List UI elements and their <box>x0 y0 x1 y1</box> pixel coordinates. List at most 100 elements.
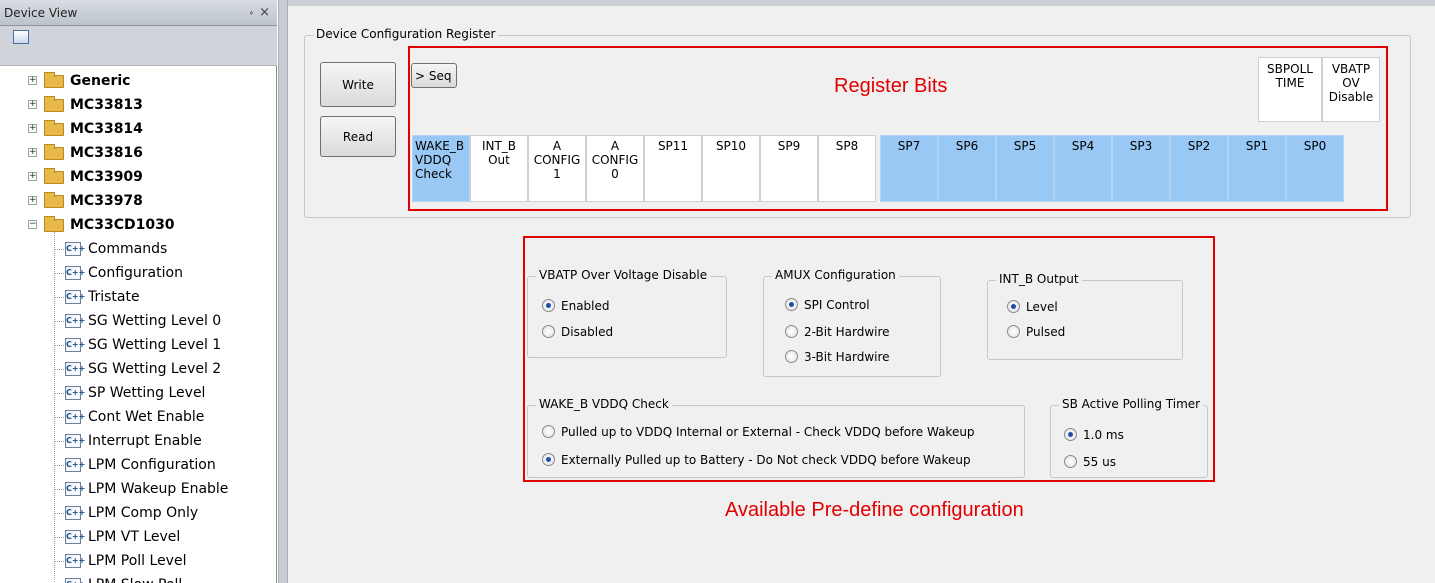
tree-branch-line <box>54 537 64 538</box>
expand-icon[interactable]: + <box>28 196 37 205</box>
amux-3bit-label: 3-Bit Hardwire <box>804 350 890 364</box>
expand-icon[interactable]: + <box>28 124 37 133</box>
panel-splitter[interactable] <box>278 0 288 583</box>
tree-item-label: SG Wetting Level 0 <box>88 313 222 329</box>
close-icon[interactable]: × <box>259 0 270 26</box>
tree-item-label: LPM Configuration <box>88 457 216 473</box>
radio-checked-icon <box>542 453 555 466</box>
tree-branch-line <box>54 465 64 466</box>
device-view-title-bar: Device View ⬫ × <box>0 0 277 26</box>
tree-item-label: LPM Poll Level <box>88 553 187 569</box>
radio-unchecked-icon <box>785 325 798 338</box>
tree-branch-line <box>54 297 64 298</box>
tree-item-label: Cont Wet Enable <box>88 409 205 425</box>
device-view-panel: Device View ⬫ × + Generic + MC33813 + MC33814… <box>0 0 277 583</box>
cpp-file-icon: C++ <box>65 578 85 583</box>
tree-item-label: SG Wetting Level 1 <box>88 337 222 353</box>
sbpoll-group-title: SB Active Polling Timer <box>1059 397 1204 411</box>
folder-icon <box>44 96 64 112</box>
tree-item-label: LPM Comp Only <box>88 505 199 521</box>
vbatp-disabled-label: Disabled <box>561 325 614 339</box>
cpp-file-icon: C++ <box>65 338 85 352</box>
amux-group-title: AMUX Configuration <box>772 268 899 282</box>
predefined-config-label: Available Pre-define configuration <box>725 499 1024 521</box>
cpp-file-icon: C++ <box>65 506 85 520</box>
cpp-file-icon: C++ <box>65 290 85 304</box>
tree-branch-line <box>54 513 64 514</box>
tree-folder-label: MC33978 <box>70 193 143 209</box>
tree-branch-line <box>54 561 64 562</box>
tree-branch-line <box>54 417 64 418</box>
radio-checked-icon <box>1007 300 1020 313</box>
device-config-register-title: Device Configuration Register <box>313 27 499 41</box>
cpp-file-icon: C++ <box>65 314 85 328</box>
tree-branch-line <box>54 273 64 274</box>
folder-icon <box>44 72 64 88</box>
cpp-file-icon: C++ <box>65 530 85 544</box>
wakeb-no-check-label: Externally Pulled up to Battery - Do Not… <box>561 453 971 467</box>
write-button[interactable]: Write <box>320 62 396 107</box>
radio-unchecked-icon <box>542 325 555 338</box>
cpp-file-icon: C++ <box>65 242 85 256</box>
folder-icon <box>44 216 64 232</box>
pin-icon[interactable]: ⬫ <box>250 0 253 26</box>
main-panel: Device Configuration Register Write Read… <box>288 0 1435 583</box>
radio-checked-icon <box>785 298 798 311</box>
intb-group-title: INT_B Output <box>996 272 1082 286</box>
expand-icon[interactable]: + <box>28 100 37 109</box>
tree-folder-label: MC33CD1030 <box>70 217 175 233</box>
amux-spi-control-label: SPI Control <box>804 298 870 312</box>
read-button[interactable]: Read <box>320 116 396 157</box>
tree-branch-line <box>54 369 64 370</box>
radio-unchecked-icon <box>1064 455 1077 468</box>
cpp-file-icon: C++ <box>65 434 85 448</box>
cpp-file-icon: C++ <box>65 554 85 568</box>
expand-icon[interactable]: + <box>28 172 37 181</box>
cpp-file-icon: C++ <box>65 482 85 496</box>
device-view-toolbar <box>0 26 277 66</box>
expand-icon[interactable]: + <box>28 76 37 85</box>
radio-unchecked-icon <box>1007 325 1020 338</box>
tree-item-label: Interrupt Enable <box>88 433 202 449</box>
tree-item-label: Configuration <box>88 265 183 281</box>
tree-item-label: SP Wetting Level <box>88 385 206 401</box>
tree-folder-label: MC33909 <box>70 169 143 185</box>
tree-branch-line <box>54 249 64 250</box>
intb-level-label: Level <box>1026 300 1058 314</box>
intb-pulsed-label: Pulsed <box>1026 325 1066 339</box>
tree-branch-line <box>54 321 64 322</box>
tree-item-label: Commands <box>88 241 168 257</box>
wakeb-check-vddq-label: Pulled up to VDDQ Internal or External -… <box>561 425 975 439</box>
vbatp-group: VBATP Over Voltage Disable <box>527 268 727 358</box>
tree-item-label: LPM Wakeup Enable <box>88 481 229 497</box>
tree-branch-line <box>54 441 64 442</box>
sbpoll-55us-label: 55 us <box>1083 455 1116 469</box>
vbatp-group-title: VBATP Over Voltage Disable <box>536 268 711 282</box>
sbpoll-1ms-label: 1.0 ms <box>1083 428 1124 442</box>
tree-guide-line <box>54 232 55 583</box>
folder-icon <box>44 192 64 208</box>
properties-icon[interactable] <box>13 30 29 44</box>
tree-item-label: Tristate <box>88 289 140 305</box>
wakeb-group-title: WAKE_B VDDQ Check <box>536 397 672 411</box>
cpp-file-icon: C++ <box>65 458 85 472</box>
register-bits-highlight <box>408 46 1388 211</box>
radio-unchecked-icon <box>542 425 555 438</box>
register-bits-label: Register Bits <box>834 75 948 97</box>
tree-branch-line <box>54 393 64 394</box>
tree-item-label: LPM Slow Poll <box>88 573 182 583</box>
cpp-file-icon: C++ <box>65 362 85 376</box>
folder-icon <box>44 120 64 136</box>
cpp-file-icon: C++ <box>65 266 85 280</box>
tree-branch-line <box>54 489 64 490</box>
folder-icon <box>44 168 64 184</box>
device-view-title: Device View <box>4 6 78 20</box>
folder-icon <box>44 144 64 160</box>
expand-icon[interactable]: + <box>28 148 37 157</box>
tree-folder-label: Generic <box>70 73 131 89</box>
cpp-file-icon: C++ <box>65 386 85 400</box>
collapse-icon[interactable]: − <box>28 220 37 229</box>
radio-unchecked-icon <box>785 350 798 363</box>
vbatp-enabled-label: Enabled <box>561 299 610 313</box>
tree-folder-label: MC33816 <box>70 145 143 161</box>
